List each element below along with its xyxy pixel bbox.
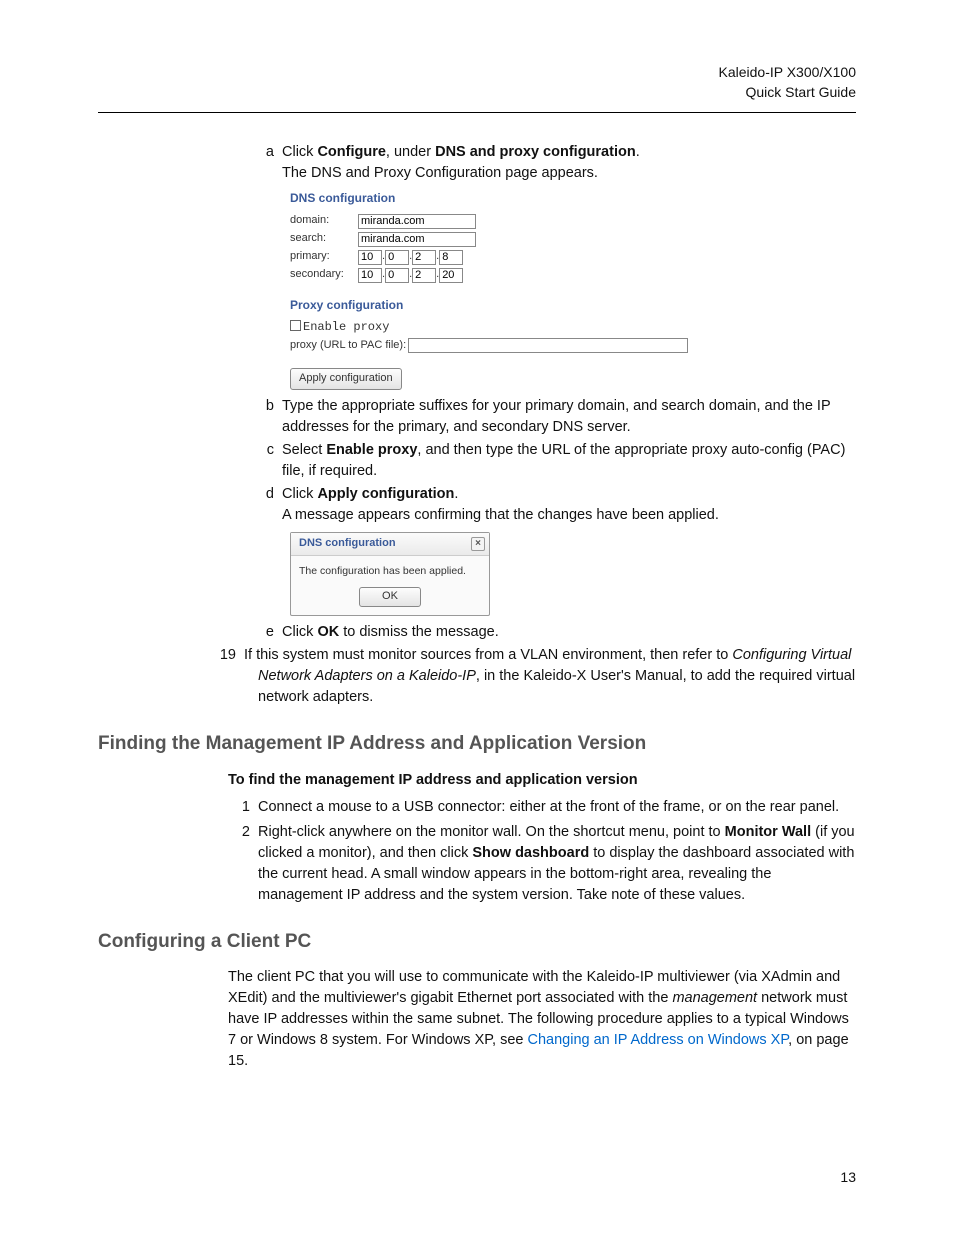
dialog-title: DNS configuration xyxy=(299,536,396,552)
link-changing-ip-winxp[interactable]: Changing an IP Address on Windows XP xyxy=(528,1032,789,1048)
step-body: Type the appropriate suffixes for your p… xyxy=(282,396,856,438)
secondary-ip-1[interactable] xyxy=(358,268,382,283)
close-icon[interactable]: × xyxy=(471,537,485,551)
primary-ip-1[interactable] xyxy=(358,250,382,265)
header-rule xyxy=(98,112,856,113)
step-19: 19 If this system must monitor sources f… xyxy=(98,645,856,708)
pac-url-input[interactable] xyxy=(408,338,688,353)
pac-label: proxy (URL to PAC file): xyxy=(290,338,406,354)
proxy-config-title: Proxy configuration xyxy=(290,297,690,314)
apply-configuration-button[interactable]: Apply configuration xyxy=(290,368,402,390)
step-body: Click Configure, under DNS and proxy con… xyxy=(282,142,856,184)
ok-button[interactable]: OK xyxy=(359,587,421,607)
secondary-ip-3[interactable] xyxy=(412,268,436,283)
step-body: Click OK to dismiss the message. xyxy=(282,622,856,643)
step-body: Click Apply configuration. A message app… xyxy=(282,484,856,526)
enable-proxy-label: Enable proxy xyxy=(303,320,389,334)
domain-input[interactable] xyxy=(358,214,476,229)
step-body: Select Enable proxy, and then type the U… xyxy=(282,440,856,482)
dns-config-title: DNS configuration xyxy=(290,190,690,207)
step-letter: e xyxy=(98,622,282,643)
page-number: 13 xyxy=(840,1167,856,1187)
secondary-ip-4[interactable] xyxy=(439,268,463,283)
step-number: 2 xyxy=(98,822,258,906)
product-name: Kaleido-IP X300/X100 xyxy=(718,62,856,82)
section-subhead: To find the management IP address and ap… xyxy=(228,770,856,791)
step-letter: b xyxy=(98,396,282,438)
primary-ip-3[interactable] xyxy=(412,250,436,265)
enable-proxy-row: Enable proxy xyxy=(290,319,690,336)
search-label: search: xyxy=(290,231,358,247)
section1-step-2: 2 Right-click anywhere on the monitor wa… xyxy=(98,822,856,906)
dialog-message: The configuration has been applied. xyxy=(291,556,489,581)
doc-title: Quick Start Guide xyxy=(718,82,856,102)
step-d: d Click Apply configuration. A message a… xyxy=(98,484,856,526)
search-input[interactable] xyxy=(358,232,476,247)
step-body: Connect a mouse to a USB connector: eith… xyxy=(258,797,856,818)
step-e: e Click OK to dismiss the message. xyxy=(98,622,856,643)
primary-ip-2[interactable] xyxy=(385,250,409,265)
step-c: c Select Enable proxy, and then type the… xyxy=(98,440,856,482)
secondary-label: secondary: xyxy=(290,267,358,283)
primary-ip-4[interactable] xyxy=(439,250,463,265)
confirmation-dialog: DNS configuration × The configuration ha… xyxy=(290,532,490,616)
page-content: a Click Configure, under DNS and proxy c… xyxy=(98,142,856,1076)
domain-label: domain: xyxy=(290,213,358,229)
step-body: If this system must monitor sources from… xyxy=(258,645,856,708)
step-letter: c xyxy=(98,440,282,482)
page-header: Kaleido-IP X300/X100 Quick Start Guide xyxy=(718,62,856,103)
step-body: Right-click anywhere on the monitor wall… xyxy=(258,822,856,906)
enable-proxy-checkbox[interactable] xyxy=(290,320,301,331)
step-number: 19 xyxy=(98,645,244,708)
section-heading-finding-ip: Finding the Management IP Address and Ap… xyxy=(98,730,856,758)
step-number: 1 xyxy=(98,797,258,818)
step-letter: d xyxy=(98,484,282,526)
section1-step-1: 1 Connect a mouse to a USB connector: ei… xyxy=(98,797,856,818)
primary-label: primary: xyxy=(290,249,358,265)
section2-paragraph: The client PC that you will use to commu… xyxy=(228,967,856,1072)
section-heading-configuring-pc: Configuring a Client PC xyxy=(98,928,856,956)
step-b: b Type the appropriate suffixes for your… xyxy=(98,396,856,438)
secondary-ip-2[interactable] xyxy=(385,268,409,283)
dns-config-screenshot: DNS configuration domain: search: primar… xyxy=(290,190,690,390)
step-a: a Click Configure, under DNS and proxy c… xyxy=(98,142,856,184)
step-letter: a xyxy=(98,142,282,184)
